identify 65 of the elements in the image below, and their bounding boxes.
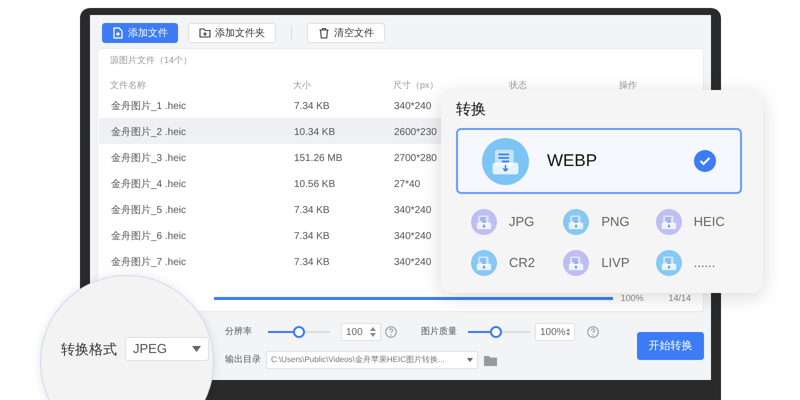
column-header: 操作 bbox=[619, 80, 637, 90]
column-header: 状态 bbox=[509, 80, 527, 90]
table-cell: 340*240 bbox=[394, 230, 432, 242]
check-icon bbox=[694, 150, 716, 172]
table-cell: 7.34 KB bbox=[294, 230, 330, 242]
table-cell: 10.56 KB bbox=[294, 178, 336, 190]
table-cell: 340*240 bbox=[394, 204, 432, 216]
panel-title: 源图片文件（14个） bbox=[110, 54, 194, 67]
start-convert-button[interactable]: 开始转换 bbox=[637, 332, 704, 360]
folder-icon[interactable] bbox=[484, 354, 497, 366]
number-field[interactable]: 100 bbox=[341, 323, 381, 341]
format-option[interactable]: ...... bbox=[656, 250, 748, 276]
format-option[interactable]: PNG bbox=[563, 209, 656, 235]
output-label: 输出目录 bbox=[225, 353, 262, 366]
help-icon[interactable] bbox=[587, 326, 599, 338]
slider-thumb[interactable] bbox=[293, 326, 305, 338]
column-header: 大小 bbox=[293, 80, 311, 90]
folder-add-icon bbox=[199, 27, 211, 39]
format-option[interactable]: CR2 bbox=[471, 250, 564, 276]
help-icon[interactable] bbox=[385, 326, 397, 338]
table-cell: 2700*280 bbox=[394, 152, 437, 164]
table-cell: 金舟图片_4 .heic bbox=[111, 178, 186, 190]
table-cell: 151.26 MB bbox=[294, 152, 342, 164]
slider[interactable] bbox=[465, 326, 533, 338]
spinner-icon[interactable] bbox=[566, 327, 570, 337]
table-cell: 金舟图片_1 .heic bbox=[111, 100, 186, 112]
spinner-icon[interactable] bbox=[370, 327, 376, 337]
toolbar-button[interactable]: 添加文件夹 bbox=[188, 23, 276, 43]
format-dropdown[interactable]: JPEG bbox=[125, 337, 209, 361]
table-cell: 27*40 bbox=[394, 178, 420, 190]
column-header: 尺寸（px） bbox=[393, 80, 439, 90]
progress-count: 14/14 bbox=[668, 292, 691, 304]
table-cell: 金舟图片_6 .heic bbox=[111, 230, 186, 242]
format-option[interactable]: HEIC bbox=[656, 209, 748, 235]
column-header: 文件名称 bbox=[110, 80, 146, 90]
table-cell: 7.34 KB bbox=[294, 204, 330, 216]
table-cell: 10.34 KB bbox=[294, 126, 336, 138]
file-row[interactable]: 金舟图片_2 .heic 10.34 KB 2600*230 bbox=[99, 118, 441, 144]
quality-label: 图片质量 bbox=[421, 325, 458, 338]
progress-percent: 100% bbox=[620, 292, 645, 304]
toolbar-button[interactable]: 添加文件 bbox=[102, 23, 178, 43]
toolbar-button[interactable]: 清空文件 bbox=[307, 23, 385, 43]
file-add-icon bbox=[112, 27, 124, 39]
table-cell: 2600*230 bbox=[394, 126, 437, 138]
table-cell: 340*240 bbox=[394, 100, 432, 112]
number-field[interactable]: 100% bbox=[535, 323, 575, 341]
format-option[interactable]: JPG bbox=[471, 209, 564, 235]
caret-icon bbox=[467, 358, 473, 362]
format-label: 转换格式 bbox=[61, 340, 117, 358]
caret-icon bbox=[192, 346, 201, 352]
table-cell: 7.34 KB bbox=[294, 100, 330, 112]
popup-title: 转换 bbox=[456, 101, 486, 118]
table-cell: 金舟图片_3 .heic bbox=[111, 152, 186, 164]
table-cell: 7.34 KB bbox=[294, 256, 330, 268]
table-cell: 340*240 bbox=[394, 256, 432, 268]
table-cell: 金舟图片_5 .heic bbox=[111, 204, 186, 216]
trash-icon bbox=[318, 27, 330, 39]
output-path-select[interactable]: C:\Users\Public\Videos\金舟苹果HEIC图片转换... bbox=[266, 351, 478, 369]
slider-thumb[interactable] bbox=[490, 326, 502, 338]
format-option[interactable]: WEBP bbox=[456, 128, 742, 194]
format-option[interactable]: LIVP bbox=[563, 250, 656, 276]
table-cell: 金舟图片_2 .heic bbox=[111, 126, 186, 138]
table-cell: 金舟图片_7 .heic bbox=[111, 256, 186, 268]
slider[interactable] bbox=[265, 326, 333, 338]
resolution-label: 分辨率 bbox=[225, 325, 253, 338]
